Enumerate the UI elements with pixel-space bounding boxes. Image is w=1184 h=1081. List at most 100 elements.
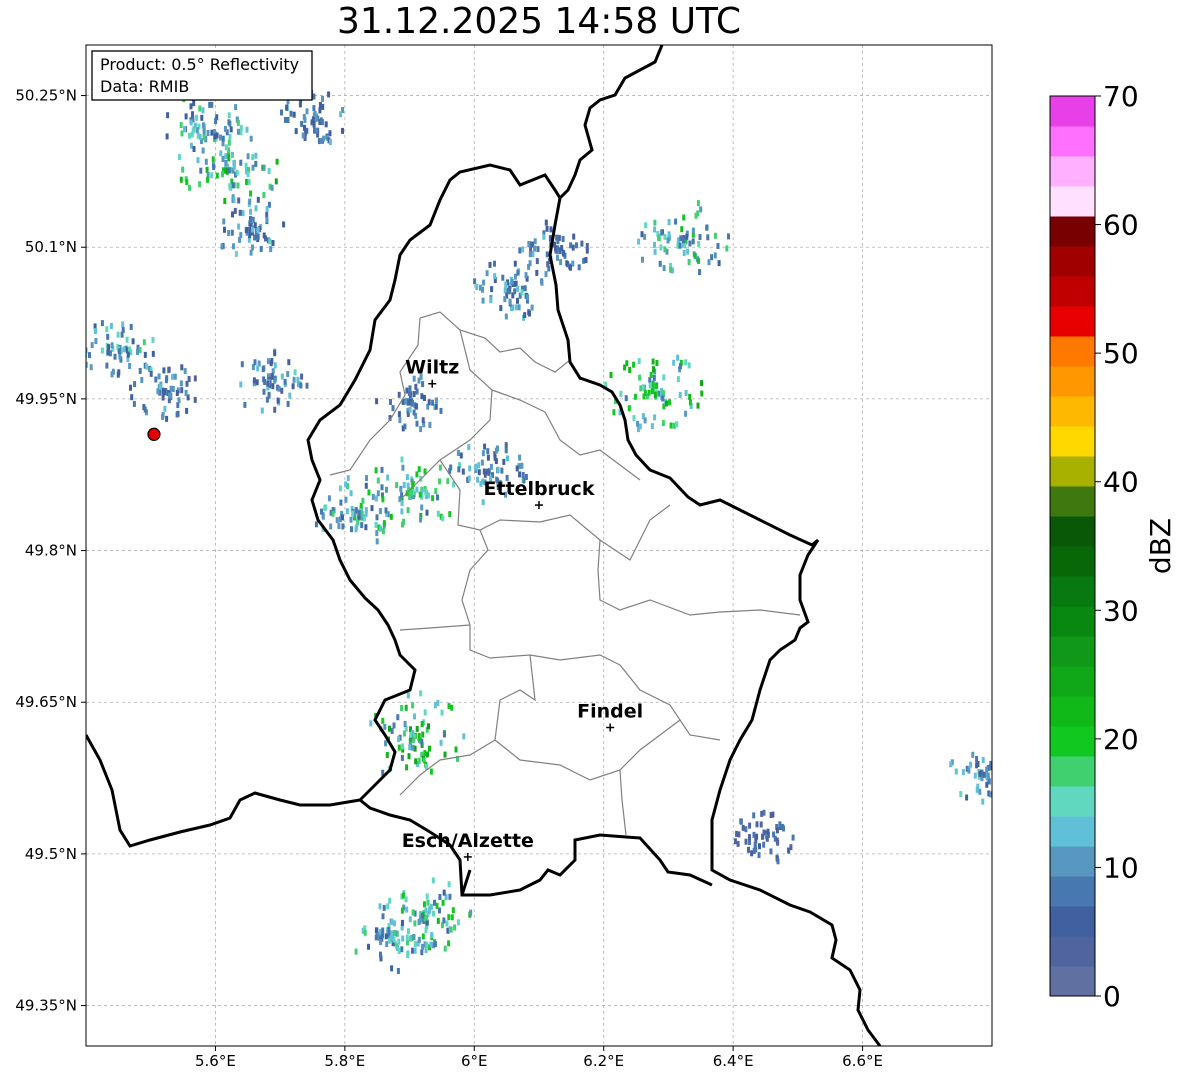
echo-pixel — [253, 222, 257, 229]
echo-pixel — [381, 717, 385, 724]
echo-pixel — [341, 514, 344, 521]
echo-pixel — [376, 477, 380, 484]
echo-pixel — [462, 733, 466, 740]
echo-pixel — [230, 229, 234, 236]
echo-pixel — [149, 370, 153, 377]
echo-pixel — [154, 376, 158, 383]
echo-pixel — [696, 200, 700, 207]
echo-pixel — [506, 287, 510, 294]
echo-pixel — [163, 405, 167, 412]
echo-pixel — [502, 458, 506, 465]
echo-pixel — [475, 284, 479, 290]
echo-pixel — [405, 764, 409, 771]
echo-pixel — [641, 384, 645, 391]
echo-pixel — [632, 361, 636, 368]
echo-pixel — [401, 919, 404, 926]
echo-pixel — [755, 821, 759, 828]
echo-pixel — [665, 400, 669, 407]
echo-pixel — [725, 245, 729, 252]
echo-pixel — [584, 257, 588, 263]
echo-pixel — [666, 237, 670, 244]
echo-pixel — [88, 352, 91, 359]
echo-pixel — [424, 489, 428, 495]
echo-pixel — [105, 326, 109, 333]
echo-pixel — [687, 259, 691, 265]
echo-pixel — [514, 280, 518, 287]
echo-pixel — [430, 932, 434, 938]
echo-pixel — [389, 513, 393, 520]
echo-pixel — [561, 249, 565, 256]
echo-pixel — [249, 208, 252, 215]
lat-tick-label: 49.8°N — [25, 542, 77, 560]
echo-pixel — [341, 127, 344, 134]
echo-pixel — [299, 382, 303, 389]
echo-pixel — [999, 784, 1002, 790]
echo-pixel — [698, 269, 702, 276]
echo-pixel — [400, 500, 404, 507]
echo-pixel — [183, 368, 187, 375]
echo-pixel — [679, 235, 683, 242]
echo-pixel — [700, 380, 703, 387]
echo-pixel — [1009, 788, 1012, 794]
echo-pixel — [706, 234, 710, 241]
echo-pixel — [739, 818, 743, 825]
echo-pixel — [249, 190, 253, 197]
echo-pixel — [1000, 774, 1003, 780]
echo-pixel — [350, 526, 353, 533]
echo-pixel — [344, 481, 348, 488]
echo-pixel — [236, 182, 240, 189]
echo-pixel — [415, 486, 419, 493]
echo-pixel — [379, 939, 383, 946]
echo-pixel — [508, 298, 512, 305]
echo-pixel — [791, 834, 795, 841]
echo-pixel — [363, 929, 367, 936]
echo-pixel — [236, 128, 240, 135]
echo-pixel — [527, 241, 531, 247]
echo-pixel — [380, 484, 384, 491]
echo-pixel — [270, 184, 274, 191]
echo-pixel — [481, 297, 485, 304]
echo-pixel — [535, 258, 539, 265]
echo-pixel — [449, 464, 453, 471]
echo-pixel — [261, 366, 265, 373]
echo-pixel — [575, 242, 578, 249]
echo-pixel — [954, 768, 958, 775]
echo-pixel — [224, 144, 228, 151]
echo-pixel — [655, 360, 659, 366]
echo-pixel — [518, 471, 522, 478]
echo-pixel — [206, 130, 210, 136]
echo-pixel — [660, 229, 664, 236]
echo-pixel — [412, 934, 416, 940]
echo-pixel — [364, 524, 368, 531]
echo-pixel — [440, 709, 444, 716]
echo-pixel — [175, 390, 179, 396]
echo-pixel — [438, 464, 442, 471]
echo-pixel — [493, 260, 496, 267]
echo-pixel — [653, 248, 657, 255]
echo-pixel — [653, 219, 657, 226]
echo-pixel — [641, 256, 644, 263]
echo-pixel — [173, 373, 177, 380]
echo-pixel — [223, 226, 226, 233]
echo-pixel — [106, 333, 110, 340]
echo-pixel — [654, 383, 658, 390]
echo-pixel — [318, 107, 322, 114]
echo-pixel — [457, 466, 461, 473]
echo-pixel — [1003, 784, 1006, 790]
echo-pixel — [259, 245, 263, 252]
echo-pixel — [717, 260, 721, 267]
echo-pixel — [421, 944, 425, 950]
echo-pixel — [696, 402, 700, 409]
echo-pixel — [518, 454, 522, 461]
echo-pixel — [469, 909, 473, 916]
lon-tick-label: 6°E — [461, 1052, 488, 1070]
colorbar-swatch — [1050, 456, 1095, 487]
colorbar-swatch — [1050, 126, 1095, 157]
echo-pixel — [454, 746, 458, 753]
echo-pixel — [240, 361, 244, 368]
echo-pixel — [561, 236, 565, 242]
echo-pixel — [450, 704, 454, 711]
echo-pixel — [269, 246, 273, 253]
echo-pixel — [254, 152, 258, 159]
echo-pixel — [765, 835, 769, 842]
